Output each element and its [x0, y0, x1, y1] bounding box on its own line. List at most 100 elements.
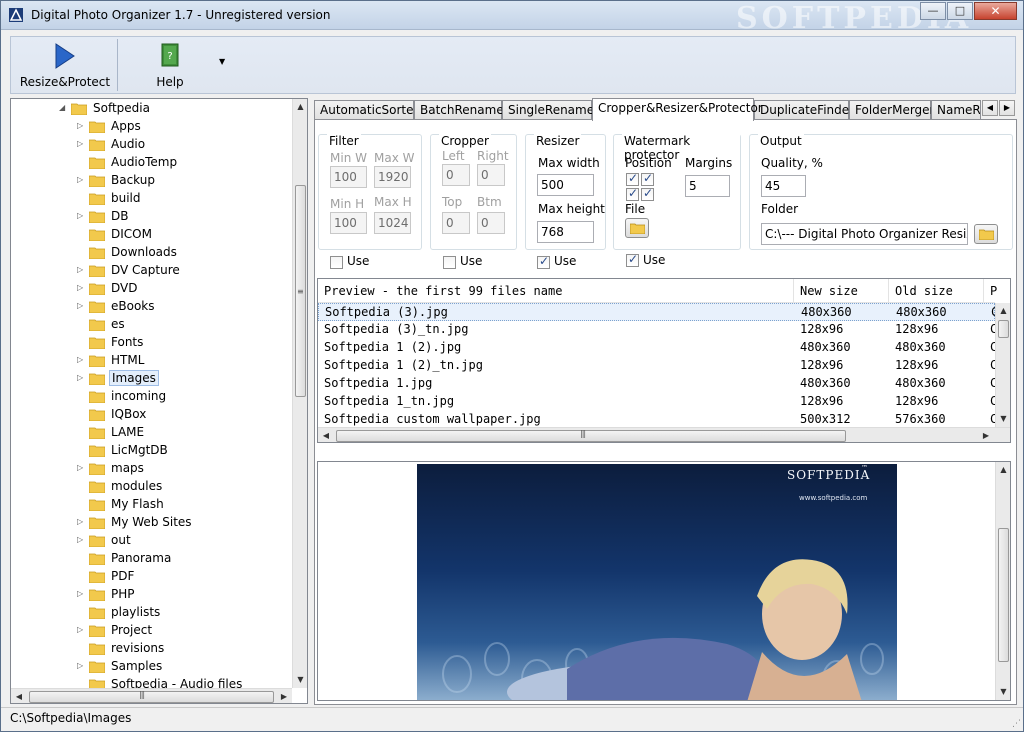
- position-bottom-left-checkbox[interactable]: [626, 186, 639, 201]
- close-button[interactable]: ✕: [974, 2, 1017, 20]
- expand-arrow-icon[interactable]: ▷: [77, 121, 87, 130]
- help-button[interactable]: ? Help: [129, 37, 211, 93]
- tab-name-re[interactable]: NameRe: [931, 100, 981, 120]
- expand-arrow-icon[interactable]: ▷: [77, 589, 87, 598]
- resizer-use-checkbox[interactable]: [537, 254, 550, 269]
- tab-automatic-sorter[interactable]: AutomaticSorter: [314, 100, 418, 120]
- folder-tree[interactable]: ◢ Softpedia ▷ Apps ▷ Audio AudioTemp ▷ Backup b…: [10, 98, 308, 704]
- scroll-up-icon[interactable]: ▲: [996, 462, 1010, 478]
- minimize-button[interactable]: —: [920, 2, 946, 20]
- grid-horizontal-scrollbar[interactable]: ◀ ||| ▶: [318, 427, 1010, 442]
- scroll-left-icon[interactable]: ◀: [318, 428, 334, 442]
- expand-arrow-icon[interactable]: ▷: [77, 265, 87, 274]
- maximize-button[interactable]: □: [947, 2, 973, 20]
- table-row[interactable]: Softpedia 1 (2)_tn.jpg 128x96 128x96 C: [318, 357, 995, 375]
- grip-icon: |||: [580, 429, 586, 438]
- max-width-input[interactable]: 500: [537, 174, 594, 196]
- toolbar-separator: [117, 39, 118, 91]
- tab-duplicate-finder[interactable]: DuplicateFinder: [754, 100, 854, 120]
- expand-arrow-icon[interactable]: ▷: [77, 625, 87, 634]
- scrollbar-thumb[interactable]: [998, 528, 1009, 662]
- tree-node-label: AudioTemp: [111, 155, 178, 169]
- top-input[interactable]: 0: [442, 212, 470, 234]
- expand-arrow-icon[interactable]: ▷: [77, 301, 87, 310]
- margins-label: Margins: [685, 156, 733, 170]
- tree-vertical-scrollbar[interactable]: ▲ ≡ ▼: [292, 99, 307, 688]
- scroll-up-icon[interactable]: ▲: [996, 303, 1010, 319]
- btm-input[interactable]: 0: [477, 212, 505, 234]
- left-input[interactable]: 0: [442, 164, 470, 186]
- watermark-use-checkbox[interactable]: [626, 252, 639, 267]
- tree-node-label: Softpedia: [93, 101, 150, 115]
- grid-vertical-scrollbar[interactable]: ▲ ▼: [995, 303, 1010, 427]
- expand-arrow-icon[interactable]: ▷: [77, 283, 87, 292]
- tab-cropper-resizer-protector[interactable]: Cropper&Resizer&Protector: [592, 98, 763, 121]
- expand-arrow-icon[interactable]: ▷: [77, 139, 87, 148]
- table-row[interactable]: Softpedia 1.jpg 480x360 480x360 C: [318, 375, 995, 393]
- expand-arrow-icon[interactable]: ▷: [77, 373, 87, 382]
- filter-use-checkbox[interactable]: [330, 256, 343, 269]
- scroll-down-icon[interactable]: ▼: [996, 411, 1010, 427]
- window-title: Digital Photo Organizer 1.7 - Unregister…: [31, 8, 331, 22]
- tree-node-label: My Web Sites: [111, 515, 192, 529]
- max-height-input[interactable]: 768: [537, 221, 594, 243]
- scroll-left-icon[interactable]: ◀: [11, 689, 27, 703]
- expand-arrow-icon[interactable]: ▷: [77, 211, 87, 220]
- output-folder-browse-button[interactable]: [974, 224, 998, 244]
- title-bar[interactable]: Digital Photo Organizer 1.7 - Unregister…: [1, 1, 1023, 36]
- tab-scroll-left-icon[interactable]: ◀: [982, 100, 998, 116]
- scroll-down-icon[interactable]: ▼: [293, 672, 307, 688]
- expand-arrow-icon[interactable]: ▷: [77, 463, 87, 472]
- expand-arrow-icon[interactable]: ▷: [77, 175, 87, 184]
- expand-arrow-icon[interactable]: ▷: [77, 355, 87, 364]
- scroll-right-icon[interactable]: ▶: [978, 428, 994, 442]
- min-w-input[interactable]: 100: [330, 166, 367, 188]
- column-header-p[interactable]: P: [984, 279, 1004, 303]
- right-input[interactable]: 0: [477, 164, 505, 186]
- tab-batch-renamer[interactable]: BatchRenamer: [414, 100, 509, 120]
- resize-protect-button[interactable]: Resize&Protect: [17, 37, 113, 93]
- table-row[interactable]: Softpedia 1_tn.jpg 128x96 128x96 C: [318, 393, 995, 411]
- scrollbar-thumb[interactable]: [998, 320, 1009, 338]
- column-header-name[interactable]: Preview - the first 99 files name: [318, 279, 794, 303]
- filter-title: Filter: [327, 134, 361, 148]
- min-h-input[interactable]: 100: [330, 212, 367, 234]
- expand-arrow-icon[interactable]: ▷: [77, 535, 87, 544]
- scrollbar-thumb[interactable]: [336, 430, 846, 442]
- tree-node-label: Samples: [111, 659, 163, 673]
- table-row[interactable]: Softpedia (3)_tn.jpg 128x96 128x96 C: [318, 321, 995, 339]
- tab-folder-merger[interactable]: FolderMerger: [849, 100, 934, 120]
- column-header-old-size[interactable]: Old size: [889, 279, 984, 303]
- folder-open-icon: [630, 223, 645, 234]
- tree-node-label: out: [111, 533, 131, 547]
- help-dropdown-icon[interactable]: ▼: [219, 57, 225, 66]
- output-folder-input[interactable]: C:\--- Digital Photo Organizer Resized: [761, 223, 968, 245]
- margins-input[interactable]: 5: [685, 175, 730, 197]
- position-top-right-checkbox[interactable]: [641, 171, 654, 186]
- expand-arrow-icon[interactable]: ▷: [77, 517, 87, 526]
- preview-vertical-scrollbar[interactable]: ▲ ▼: [995, 462, 1010, 700]
- tab-single-renamer[interactable]: SingleRenamer: [502, 100, 599, 120]
- cropper-use-checkbox[interactable]: [443, 256, 456, 269]
- table-row[interactable]: Softpedia (3).jpg480x360480x360C: [318, 303, 996, 321]
- scroll-right-icon[interactable]: ▶: [276, 689, 292, 703]
- max-w-input[interactable]: 1920: [374, 166, 411, 188]
- tree-node-label: Backup: [111, 173, 155, 187]
- scroll-up-icon[interactable]: ▲: [293, 99, 307, 115]
- file-preview-grid[interactable]: Preview - the first 99 files name New si…: [317, 278, 1011, 443]
- tree-horizontal-scrollbar[interactable]: ◀ ||| ▶: [11, 688, 292, 703]
- position-bottom-right-checkbox[interactable]: [641, 186, 654, 201]
- expand-arrow-icon[interactable]: ▷: [77, 661, 87, 670]
- tab-scroll-right-icon[interactable]: ▶: [999, 100, 1015, 116]
- collapse-arrow-icon[interactable]: ◢: [59, 103, 69, 112]
- max-h-input[interactable]: 1024: [374, 212, 411, 234]
- folder-icon: [89, 535, 105, 547]
- watermark-file-browse-button[interactable]: [625, 218, 649, 238]
- scroll-down-icon[interactable]: ▼: [996, 684, 1010, 700]
- position-top-left-checkbox[interactable]: [626, 171, 639, 186]
- table-row[interactable]: Softpedia 1 (2).jpg 480x360 480x360 C: [318, 339, 995, 357]
- quality-input[interactable]: 45: [761, 175, 806, 197]
- scrollbar-thumb[interactable]: [29, 691, 274, 703]
- resize-grip-icon[interactable]: ⋰: [1012, 719, 1021, 729]
- column-header-new-size[interactable]: New size: [794, 279, 889, 303]
